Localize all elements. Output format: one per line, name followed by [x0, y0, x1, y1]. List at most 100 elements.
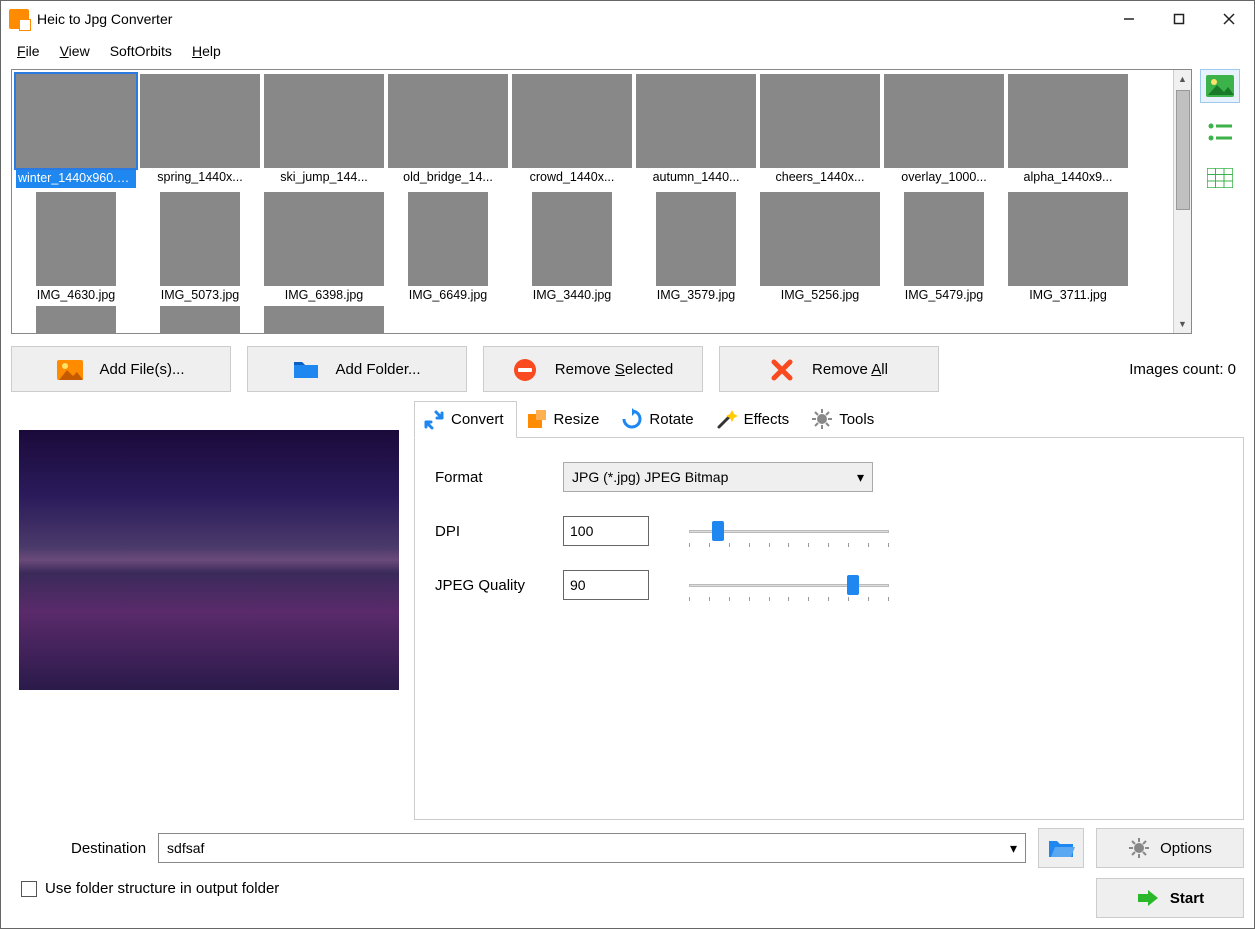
thumbnail-label: IMG_3711.jpg — [1008, 288, 1128, 302]
thumbnail-item[interactable]: IMG_3711.jpg — [1008, 192, 1128, 302]
close-button[interactable] — [1204, 1, 1254, 37]
thumbnail-item[interactable]: IMG_4630.jpg — [16, 192, 136, 302]
preview-panel — [11, 400, 406, 820]
action-bar: Add File(s)... Add Folder... Remove Sele… — [11, 346, 1244, 392]
folder-icon — [293, 358, 317, 380]
format-select[interactable]: JPG (*.jpg) JPEG Bitmap ▾ — [563, 462, 873, 492]
thumbnail-image — [760, 192, 880, 286]
thumbnail-image — [408, 192, 488, 286]
preview-image — [19, 430, 399, 690]
start-button[interactable]: Start — [1096, 878, 1244, 918]
thumbnail-item[interactable]: IMG_5073.jpg — [140, 192, 260, 302]
destination-combo[interactable]: sdfsaf ▾ — [158, 833, 1026, 863]
thumbnail-item[interactable]: spring_1440x... — [140, 74, 260, 188]
thumbnail-item[interactable]: overlay_1000... — [884, 74, 1004, 188]
menu-softorbits[interactable]: SoftOrbits — [102, 39, 180, 63]
scroll-down-icon[interactable]: ▼ — [1174, 315, 1191, 333]
thumbnail-item[interactable]: IMG_6398.jpg — [264, 192, 384, 302]
remove-selected-icon — [513, 358, 537, 380]
thumbnail-label: ski_jump_144... — [264, 170, 384, 184]
remove-all-label: Remove All — [812, 361, 888, 378]
thumbnail-label: IMG_4630.jpg — [16, 288, 136, 302]
thumbnail-scroll[interactable]: winter_1440x960.heicspring_1440x... ski_j… — [12, 70, 1173, 333]
thumbnail-item[interactable]: IMG_5256.jpg — [760, 192, 880, 302]
thumbnail-label: overlay_1000... — [884, 170, 1004, 184]
remove-selected-button[interactable]: Remove Selected — [483, 346, 703, 392]
menu-view[interactable]: View — [52, 39, 98, 63]
tab-resize[interactable]: Resize — [517, 400, 613, 437]
tab-effects[interactable]: Effects — [707, 400, 803, 437]
thumbnail-image — [656, 192, 736, 286]
thumbnail-item[interactable]: winter_1440x960.heic — [16, 74, 136, 188]
thumbnail-item[interactable]: alpha_1440x9... — [1008, 74, 1128, 188]
tab-tools-label: Tools — [839, 411, 874, 428]
thumbnail-item[interactable]: cheers_1440x... — [760, 74, 880, 188]
quality-input[interactable] — [563, 570, 649, 600]
side-toolbar — [1200, 69, 1244, 334]
thumbnail-item[interactable] — [140, 306, 260, 333]
tab-rotate[interactable]: Rotate — [612, 400, 706, 437]
tab-resize-label: Resize — [554, 411, 600, 428]
thumbnail-image — [904, 192, 984, 286]
add-folder-label: Add Folder... — [335, 361, 420, 378]
thumbnail-label: winter_1440x960.heic — [16, 170, 136, 188]
slider-ticks — [689, 597, 889, 601]
thumbnail-label: cheers_1440x... — [760, 170, 880, 184]
maximize-button[interactable] — [1154, 1, 1204, 37]
thumbnail-label: autumn_1440... — [636, 170, 756, 184]
thumbnail-item[interactable] — [16, 306, 136, 333]
remove-all-icon — [770, 358, 794, 380]
thumbnail-item[interactable]: IMG_3440.jpg — [512, 192, 632, 302]
slider-ticks — [689, 543, 889, 547]
view-list-button[interactable] — [1200, 115, 1240, 149]
destination-value: sdfsaf — [167, 840, 204, 856]
add-files-button[interactable]: Add File(s)... — [11, 346, 231, 392]
thumbnail-label: crowd_1440x... — [512, 170, 632, 184]
thumbnail-label: IMG_6398.jpg — [264, 288, 384, 302]
use-folder-structure-label: Use folder structure in output folder — [45, 880, 279, 897]
scrollbar-track[interactable] — [1174, 210, 1191, 315]
thumbnail-item[interactable]: crowd_1440x... — [512, 74, 632, 188]
thumbnail-item[interactable]: IMG_3579.jpg — [636, 192, 756, 302]
format-value: JPG (*.jpg) JPEG Bitmap — [572, 469, 728, 485]
thumbnail-item[interactable]: IMG_5479.jpg — [884, 192, 1004, 302]
tabs: Convert Resize Rotate Effects Tools — [414, 400, 1244, 438]
tab-tools[interactable]: Tools — [802, 400, 887, 437]
thumbnail-item[interactable]: IMG_6649.jpg — [388, 192, 508, 302]
view-grid-button[interactable] — [1200, 161, 1240, 195]
slider-thumb[interactable] — [847, 575, 859, 595]
bottom-bar: Destination sdfsaf ▾ Use folder structur… — [11, 820, 1244, 918]
thumbnail-item[interactable] — [264, 306, 384, 333]
format-label: Format — [435, 469, 563, 486]
thumbnail-item[interactable]: ski_jump_144... — [264, 74, 384, 188]
start-icon — [1136, 888, 1160, 908]
scrollbar-handle[interactable] — [1176, 90, 1190, 210]
menu-help[interactable]: Help — [184, 39, 229, 63]
scroll-up-icon[interactable]: ▲ — [1174, 70, 1191, 88]
thumbnail-item[interactable]: autumn_1440... — [636, 74, 756, 188]
minimize-button[interactable] — [1104, 1, 1154, 37]
add-files-icon — [57, 358, 81, 380]
dpi-label: DPI — [435, 523, 563, 540]
quality-slider[interactable] — [689, 573, 889, 597]
thumbnail-scrollbar[interactable]: ▲ ▼ — [1173, 70, 1191, 333]
start-label: Start — [1170, 890, 1204, 907]
browse-destination-button[interactable] — [1038, 828, 1084, 868]
use-folder-structure-checkbox[interactable] — [21, 881, 37, 897]
thumbnail-image — [36, 306, 116, 333]
thumbnail-panel: winter_1440x960.heicspring_1440x... ski_j… — [11, 69, 1192, 334]
remove-selected-label: Remove Selected — [555, 361, 673, 378]
add-folder-button[interactable]: Add Folder... — [247, 346, 467, 392]
view-thumbnails-button[interactable] — [1200, 69, 1240, 103]
menu-file[interactable]: File — [9, 39, 48, 63]
dpi-input[interactable] — [563, 516, 649, 546]
slider-thumb[interactable] — [712, 521, 724, 541]
options-button[interactable]: Options — [1096, 828, 1244, 868]
slider-track — [689, 584, 889, 587]
dpi-slider[interactable] — [689, 519, 889, 543]
remove-all-button[interactable]: Remove All — [719, 346, 939, 392]
thumbnail-image — [532, 192, 612, 286]
tab-convert[interactable]: Convert — [414, 401, 517, 438]
thumbnail-image — [1008, 192, 1128, 286]
thumbnail-item[interactable]: old_bridge_14... — [388, 74, 508, 188]
